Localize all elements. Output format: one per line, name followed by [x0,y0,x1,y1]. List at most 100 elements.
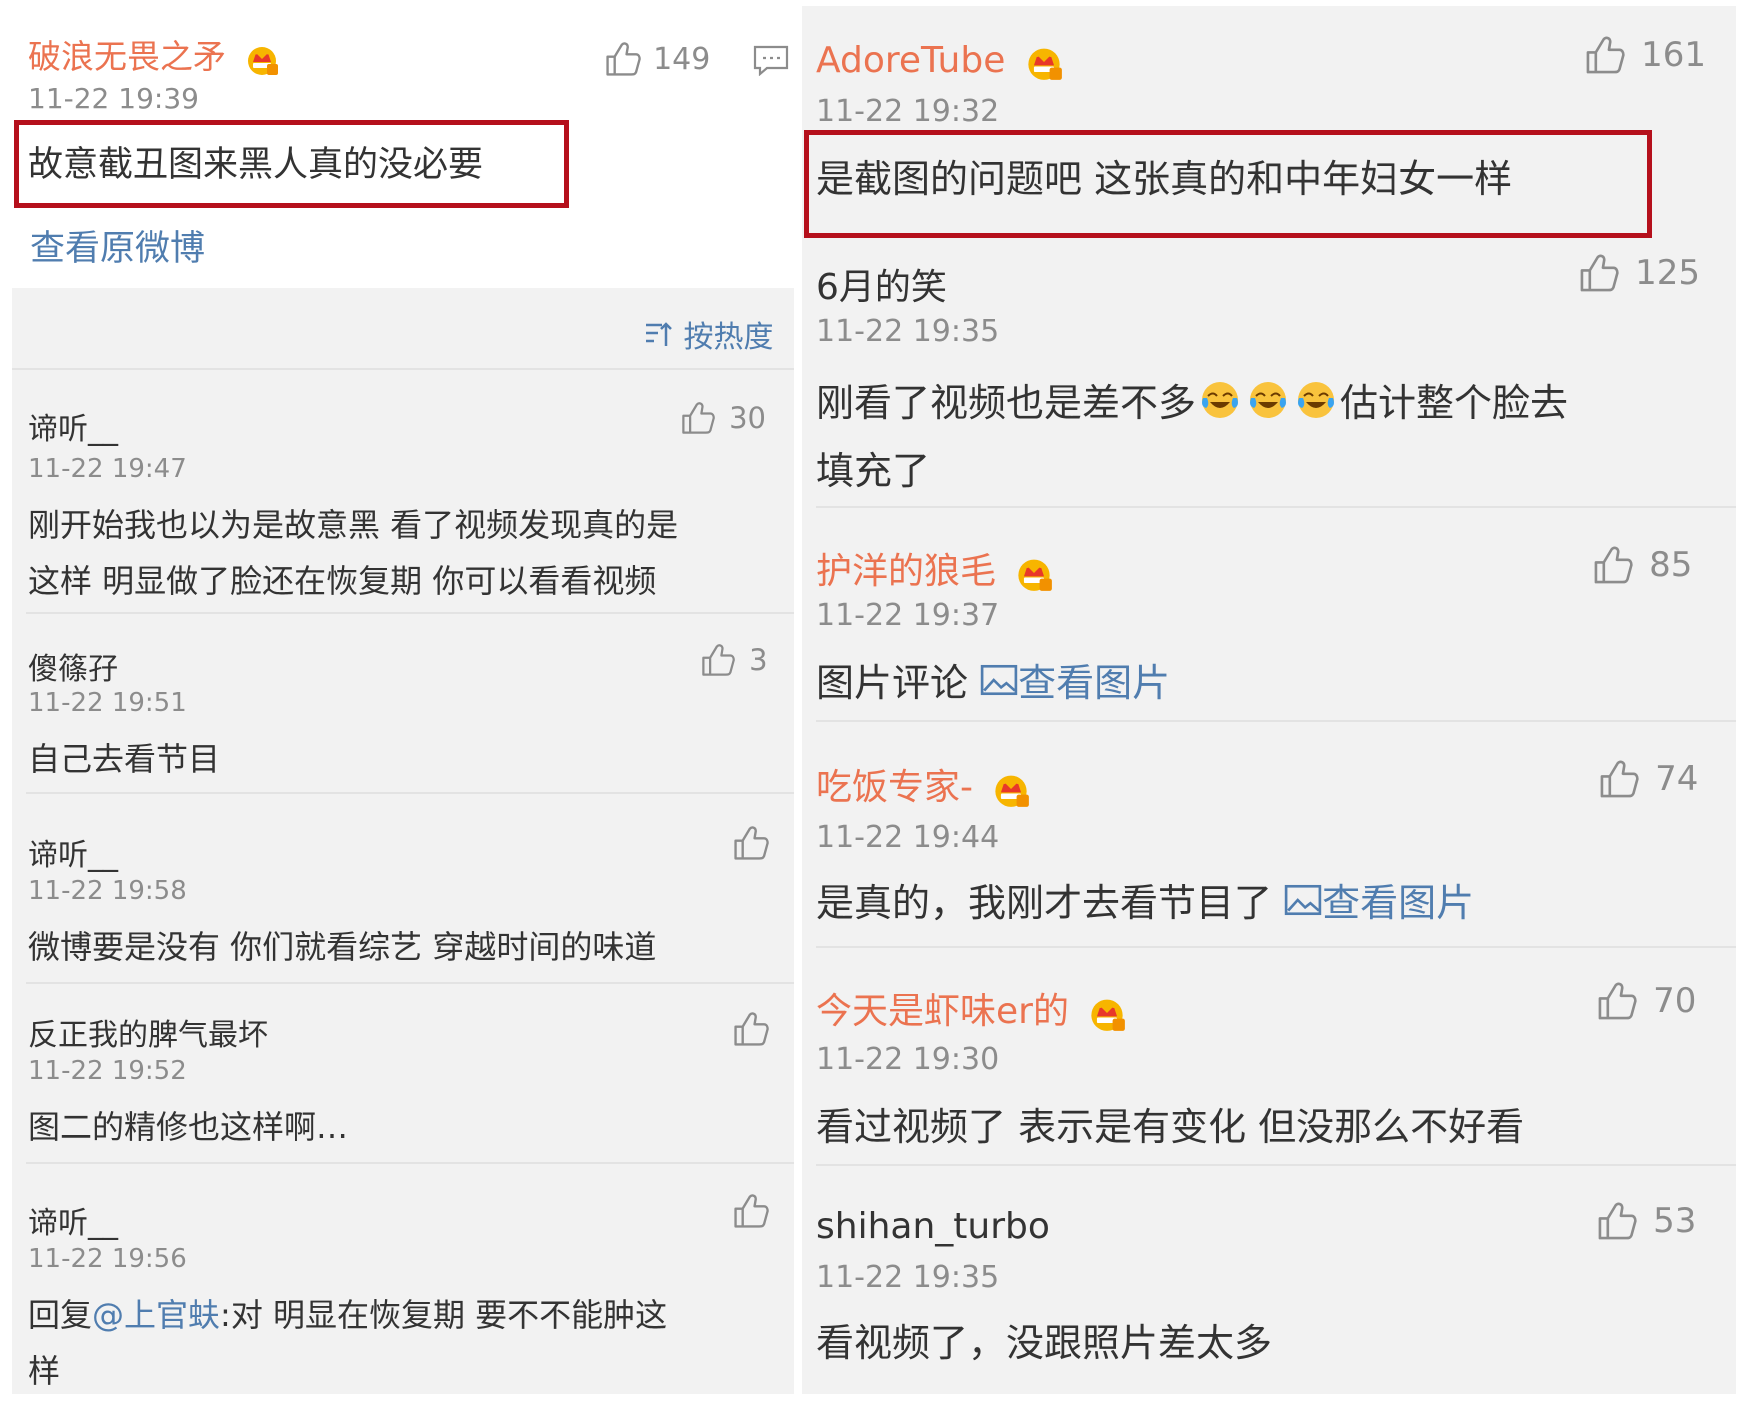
view-image-link[interactable]: 查看图片 [1284,875,1474,925]
thumb-up-icon [1596,1200,1638,1242]
reply-like-button[interactable]: 3 [700,642,768,678]
divider [816,1164,1736,1166]
view-original-link[interactable]: 查看原微博 [30,220,205,271]
comment-text: 估计整个脸去 [1340,381,1569,425]
comment-username[interactable]: 今天是虾味er的 [816,982,1126,1034]
comment-username[interactable]: 6月的笑 [816,258,947,310]
reply-time: 11-22 19:47 [28,454,187,484]
divider [26,612,794,614]
comment-like-count: 161 [1641,35,1706,75]
thumb-up-icon [604,40,642,78]
comment-like-count: 74 [1655,759,1699,799]
comment-text-body: 图片评论 [816,661,969,705]
comment-like-count: 125 [1635,253,1700,293]
crown-icon [1015,554,1053,592]
comment-text-line2: 填充了 [816,449,931,493]
comment-like-count: 85 [1649,545,1693,585]
comment-icon[interactable] [753,44,789,76]
thumb-up-icon [1596,980,1638,1022]
comment-time: 11-22 19:37 [816,598,1000,633]
thumb-up-icon [1578,252,1620,294]
sort-icon [646,322,672,346]
reply-username[interactable]: 谛听__ [28,830,118,874]
comment-like-button[interactable]: 161 [1584,34,1706,76]
comment-time: 11-22 19:32 [816,94,1000,129]
comment-username[interactable]: 护洋的狼毛 [816,542,1053,594]
reply-text-line1: 回复@上官蚨:对 明显在恢复期 要不不能肿这 [28,1290,667,1336]
sort-by-hot[interactable]: 按热度 [644,312,774,356]
comment-text: 是真的，我刚才去看节目了 查看图片 [816,872,1474,927]
comment-text: 刚看了视频也是差不多 [816,381,1197,425]
reply-username[interactable]: 谛听__ [28,404,118,448]
reply-username[interactable]: 傻篠孖 [28,644,118,688]
divider [26,792,794,794]
comment-text: 是截图的问题吧 这张真的和中年妇女一样 [816,157,1513,201]
comment-text-body: 是真的，我刚才去看节目了 [816,881,1273,925]
comment-username-text[interactable]: 吃饭专家- [816,767,973,808]
laugh-cry-emoji [1200,380,1240,420]
thumb-up-icon [700,642,736,678]
comment-like-count: 53 [1653,1201,1697,1241]
crown-icon [245,42,279,76]
thumb-up-icon[interactable] [732,824,770,862]
comment-username-text[interactable]: 护洋的狼毛 [816,551,996,592]
thumb-up-icon [1598,758,1640,800]
thumb-up-icon [1584,34,1626,76]
reply-text: :对 明显在恢复期 要不不能肿这 [220,1296,668,1334]
reply-like-count: 3 [749,643,768,677]
view-image-text[interactable]: 查看图片 [1322,881,1474,925]
reply-username[interactable]: 谛听__ [28,1198,118,1242]
image-icon [1284,883,1322,917]
comment-username-text[interactable]: AdoreTube [816,40,1005,81]
reply-like-button[interactable]: 30 [680,400,766,436]
comment-username[interactable]: AdoreTube [816,40,1063,81]
thumb-up-icon[interactable] [732,1192,770,1230]
divider [12,368,794,370]
thumb-up-icon [1592,544,1634,586]
divider [816,506,1736,508]
comment-like-button[interactable]: 85 [1592,544,1692,586]
crown-icon [992,770,1030,808]
view-image-text[interactable]: 查看图片 [1018,661,1170,705]
comment-text-line1: 刚看了视频也是差不多 估计整个脸去 [816,372,1568,427]
reply-time: 11-22 19:51 [28,688,187,718]
reply-text-line1: 自己去看节目 [28,740,221,778]
comment-time: 11-22 19:30 [816,1042,1000,1077]
reply-text-line2: 这样 明显做了脸还在恢复期 你可以看看视频 [28,562,657,600]
comment-like-button[interactable]: 74 [1598,758,1698,800]
reply-time: 11-22 19:58 [28,876,187,906]
main-like-button[interactable]: 149 [604,40,710,78]
left-screenshot-panel: 破浪无畏之矛 11-22 19:39 149 故意截丑图来黑人真的没必要 查看原… [12,6,794,1394]
comment-like-button[interactable]: 70 [1596,980,1696,1022]
view-image-link[interactable]: 查看图片 [980,655,1170,705]
divider [816,946,1736,948]
reply-prefix: 回复 [28,1296,93,1334]
reply-time: 11-22 19:52 [28,1056,187,1086]
right-screenshot-panel: AdoreTube 161 11-22 19:32 是截图的问题吧 这张真的和中… [802,6,1736,1394]
reply-text-line2: 样 [28,1352,61,1390]
comment-username[interactable]: 吃饭专家- [816,758,1030,810]
mention-link[interactable]: @上官蚨 [92,1296,220,1334]
crown-icon [1088,994,1126,1032]
comment-username-text[interactable]: 今天是虾味er的 [816,991,1069,1032]
comment-username[interactable]: shihan_turbo [816,1206,1050,1247]
divider [26,982,794,984]
comment-text: 看过视频了 表示是有变化 但没那么不好看 [816,1105,1525,1149]
thumb-up-icon[interactable] [732,1010,770,1048]
main-time: 11-22 19:39 [28,82,199,115]
comment-like-count: 70 [1653,981,1697,1021]
main-like-count: 149 [653,41,711,77]
main-username[interactable]: 破浪无畏之矛 [28,30,279,78]
thumb-up-icon [680,400,716,436]
reply-username[interactable]: 反正我的脾气最坏 [28,1010,268,1054]
main-comment: 破浪无畏之矛 11-22 19:39 149 故意截丑图来黑人真的没必要 查看原… [12,6,794,288]
comment-like-button[interactable]: 53 [1596,1200,1696,1242]
comment-time: 11-22 19:35 [816,314,1000,349]
image-icon [980,663,1018,697]
comment-text: 图片评论 查看图片 [816,652,1170,707]
main-username-text[interactable]: 破浪无畏之矛 [28,37,226,76]
crown-icon [1025,43,1063,81]
comment-like-button[interactable]: 125 [1578,252,1700,294]
sort-label[interactable]: 按热度 [684,320,774,355]
reply-text-line1: 刚开始我也以为是故意黑 看了视频发现真的是 [28,506,679,544]
